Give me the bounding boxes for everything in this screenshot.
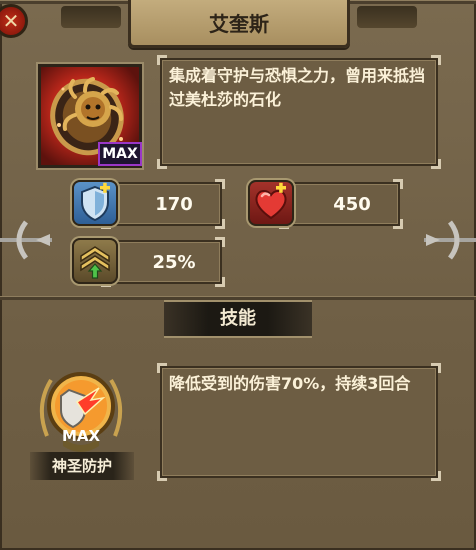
health-stat-box: 450 xyxy=(279,179,403,229)
close-icon: ✕ xyxy=(2,9,20,33)
right-ornament-icon xyxy=(424,220,476,260)
rank-up-chevrons-icon xyxy=(80,246,110,279)
health-stat-icon-frame xyxy=(248,180,294,226)
item-title: 艾奎斯 xyxy=(209,12,269,36)
skill-description: 降低受到的伤害70%，持续3回合 xyxy=(169,374,411,393)
boost-value: 25% xyxy=(152,252,196,273)
health-value: 450 xyxy=(333,194,371,215)
defense-stat-box: 170 xyxy=(101,179,225,229)
boost-stat-box: 25% xyxy=(101,237,225,287)
shield-plus-icon xyxy=(81,182,110,222)
boost-stat-icon-frame xyxy=(72,238,118,284)
title-plate: 艾奎斯 xyxy=(61,0,417,48)
skill-name: 神圣防护 xyxy=(30,452,134,480)
item-description-box: 集成着守护与恐惧之力，曾用来抵挡过美杜莎的石化 xyxy=(157,55,441,169)
skill-description-box: 降低受到的伤害70%，持续3回合 xyxy=(157,363,441,481)
defense-stat-icon-frame xyxy=(72,180,118,226)
grade-badge: MAX xyxy=(98,142,142,166)
heart-plus-icon xyxy=(255,182,287,220)
left-ornament-icon xyxy=(0,220,52,260)
skill-section-header: 技能 xyxy=(164,300,312,338)
item-description: 集成着守护与恐惧之力，曾用来抵挡过美杜莎的石化 xyxy=(169,66,426,109)
skill-section-title: 技能 xyxy=(220,308,256,329)
defense-value: 170 xyxy=(155,194,193,215)
skill-level-text: MAX xyxy=(61,427,101,445)
